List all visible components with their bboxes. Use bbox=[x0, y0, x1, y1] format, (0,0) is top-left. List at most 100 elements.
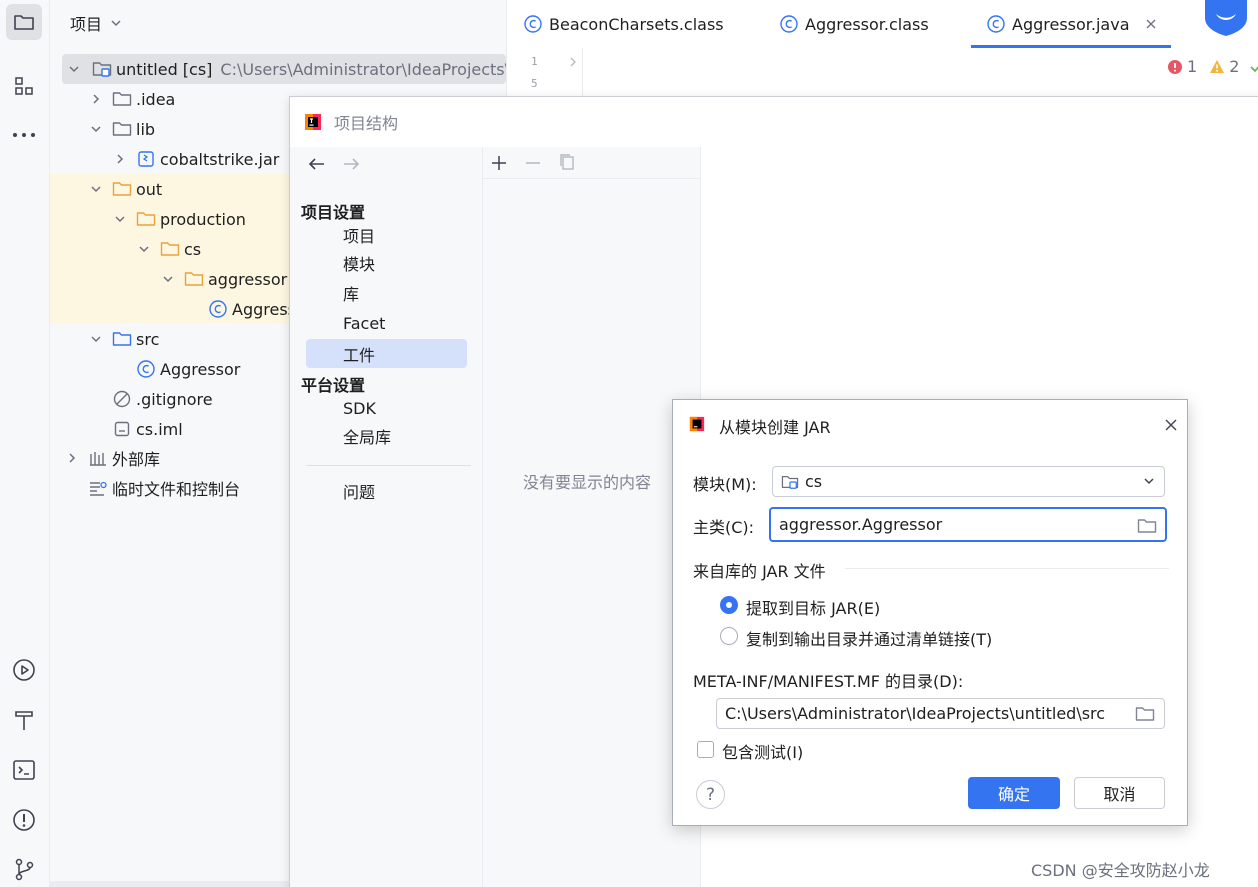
module-select[interactable]: cs bbox=[772, 466, 1165, 497]
check-icon bbox=[1249, 60, 1258, 74]
line-number: 1 bbox=[531, 55, 538, 68]
folder-excluded-icon bbox=[184, 269, 204, 289]
nav-item-problems[interactable]: 问题 bbox=[306, 476, 467, 505]
dialog-title: 项目结构 bbox=[334, 114, 399, 133]
copy-link-radio-label[interactable]: 复制到输出目录并通过清单链接(T) bbox=[746, 626, 992, 650]
tree-label: lib bbox=[136, 119, 156, 139]
class-icon bbox=[986, 14, 1006, 34]
browse-folder-icon[interactable] bbox=[1137, 517, 1157, 535]
chevron-down-icon[interactable] bbox=[88, 331, 104, 347]
cancel-button[interactable]: 取消 bbox=[1074, 777, 1165, 809]
chevron-right-icon[interactable] bbox=[88, 91, 104, 107]
structure-tool-button[interactable] bbox=[6, 68, 42, 104]
source-folder-icon bbox=[112, 329, 132, 349]
artifacts-list-panel: 没有要显示的内容 bbox=[483, 147, 701, 887]
inspection-widget[interactable]: 1 2 bbox=[1167, 57, 1258, 76]
chevron-down-icon[interactable] bbox=[136, 241, 152, 257]
ok-button[interactable]: 确定 bbox=[968, 777, 1060, 809]
chevron-down-icon bbox=[1143, 477, 1155, 485]
class-icon bbox=[208, 299, 228, 319]
extract-radio[interactable] bbox=[720, 596, 738, 614]
chevron-down-icon[interactable] bbox=[88, 181, 104, 197]
tab-beaconcharsets-class[interactable]: BeaconCharsets.class bbox=[523, 0, 724, 48]
toolbar-divider bbox=[483, 178, 701, 179]
tree-label: .gitignore bbox=[136, 389, 213, 409]
include-tests-label[interactable]: 包含测试(I) bbox=[722, 739, 803, 763]
scratches-icon bbox=[88, 478, 108, 498]
module-label: 模块(M): bbox=[693, 475, 757, 494]
copy-link-radio[interactable] bbox=[720, 627, 738, 645]
add-icon[interactable] bbox=[491, 155, 507, 171]
class-icon bbox=[779, 14, 799, 34]
problems-tool-button[interactable] bbox=[6, 802, 42, 838]
tree-label: cs.iml bbox=[136, 419, 183, 439]
folder-icon bbox=[112, 89, 132, 109]
folder-excluded-icon bbox=[112, 179, 132, 199]
chevron-right-icon[interactable] bbox=[112, 151, 128, 167]
folder-excluded-icon bbox=[160, 239, 180, 259]
intellij-logo-icon bbox=[304, 113, 322, 131]
build-icon bbox=[13, 708, 35, 732]
ignore-file-icon bbox=[112, 389, 132, 409]
build-tool-button[interactable] bbox=[6, 702, 42, 738]
manifest-dir-input[interactable]: C:\Users\Administrator\IdeaProjects\unti… bbox=[716, 698, 1165, 729]
empty-state-text: 没有要显示的内容 bbox=[523, 473, 652, 492]
copy-icon[interactable] bbox=[559, 153, 575, 171]
warning-icon bbox=[1209, 59, 1225, 75]
terminal-tool-button[interactable] bbox=[6, 752, 42, 788]
tree-label: 临时文件和控制台 bbox=[112, 480, 241, 499]
tab-label: BeaconCharsets.class bbox=[549, 14, 724, 34]
nav-item-sdks[interactable]: SDK bbox=[306, 394, 467, 423]
watermark-text: CSDN @安全攻防赵小龙 bbox=[1031, 861, 1210, 880]
nav-item-artifacts[interactable]: 工件 bbox=[306, 339, 467, 368]
chevron-right-icon[interactable] bbox=[569, 56, 577, 68]
nav-item-modules[interactable]: 模块 bbox=[306, 248, 467, 277]
more-tools-button[interactable] bbox=[6, 117, 42, 153]
nav-item-global-libraries[interactable]: 全局库 bbox=[306, 421, 467, 450]
tab-aggressor-class[interactable]: Aggressor.class bbox=[779, 0, 929, 48]
manifest-dir-value: C:\Users\Administrator\IdeaProjects\unti… bbox=[725, 704, 1106, 723]
panel-header[interactable]: 项目 bbox=[70, 11, 122, 35]
project-tool-button[interactable] bbox=[6, 4, 42, 40]
browse-folder-icon[interactable] bbox=[1135, 705, 1155, 723]
tree-label: Aggressor bbox=[160, 359, 241, 379]
error-icon bbox=[1167, 59, 1183, 75]
run-tool-button[interactable] bbox=[6, 652, 42, 688]
tree-label: untitled [cs] bbox=[116, 59, 213, 79]
warning-count: 2 bbox=[1229, 57, 1240, 76]
nav-item-facets[interactable]: Facet bbox=[306, 309, 467, 338]
tab-aggressor-java[interactable]: Aggressor.java bbox=[971, 0, 1171, 48]
main-class-input[interactable]: aggressor.Aggressor bbox=[769, 507, 1167, 542]
manifest-dir-label: META-INF/MANIFEST.MF 的目录(D): bbox=[693, 672, 964, 691]
chevron-down-icon[interactable] bbox=[160, 271, 176, 287]
chevron-down-icon[interactable] bbox=[88, 121, 104, 137]
help-button[interactable]: ? bbox=[696, 780, 725, 809]
tab-label: Aggressor.class bbox=[805, 14, 929, 34]
forward-arrow-icon[interactable] bbox=[342, 157, 360, 171]
nav-item-project[interactable]: 项目 bbox=[306, 220, 467, 249]
jar-icon bbox=[136, 149, 156, 169]
separator bbox=[306, 465, 471, 466]
chevron-down-icon[interactable] bbox=[66, 61, 82, 77]
structure-icon bbox=[13, 75, 35, 97]
close-icon[interactable] bbox=[1146, 19, 1156, 29]
nav-item-libraries[interactable]: 库 bbox=[306, 278, 467, 307]
help-icon: ? bbox=[705, 784, 716, 805]
tree-label: src bbox=[136, 329, 160, 349]
include-tests-checkbox[interactable] bbox=[697, 741, 714, 758]
remove-icon[interactable] bbox=[525, 155, 541, 171]
chevron-down-icon bbox=[110, 19, 122, 27]
chevron-down-icon[interactable] bbox=[112, 211, 128, 227]
tree-label: production bbox=[160, 209, 246, 229]
class-icon bbox=[523, 14, 543, 34]
extract-radio-label[interactable]: 提取到目标 JAR(E) bbox=[746, 595, 880, 619]
jar-files-section-label: 来自库的 JAR 文件 bbox=[693, 562, 826, 581]
tree-label: cs bbox=[184, 239, 202, 259]
back-arrow-icon[interactable] bbox=[308, 157, 326, 171]
tree-label: .idea bbox=[136, 89, 176, 109]
tree-row-untitled[interactable]: untitled [cs] C:\Users\Administrator\Ide… bbox=[62, 54, 572, 84]
chevron-right-icon[interactable] bbox=[64, 450, 80, 466]
module-folder-icon bbox=[92, 59, 112, 79]
git-tool-button[interactable] bbox=[6, 851, 42, 887]
close-icon[interactable] bbox=[1165, 419, 1177, 431]
